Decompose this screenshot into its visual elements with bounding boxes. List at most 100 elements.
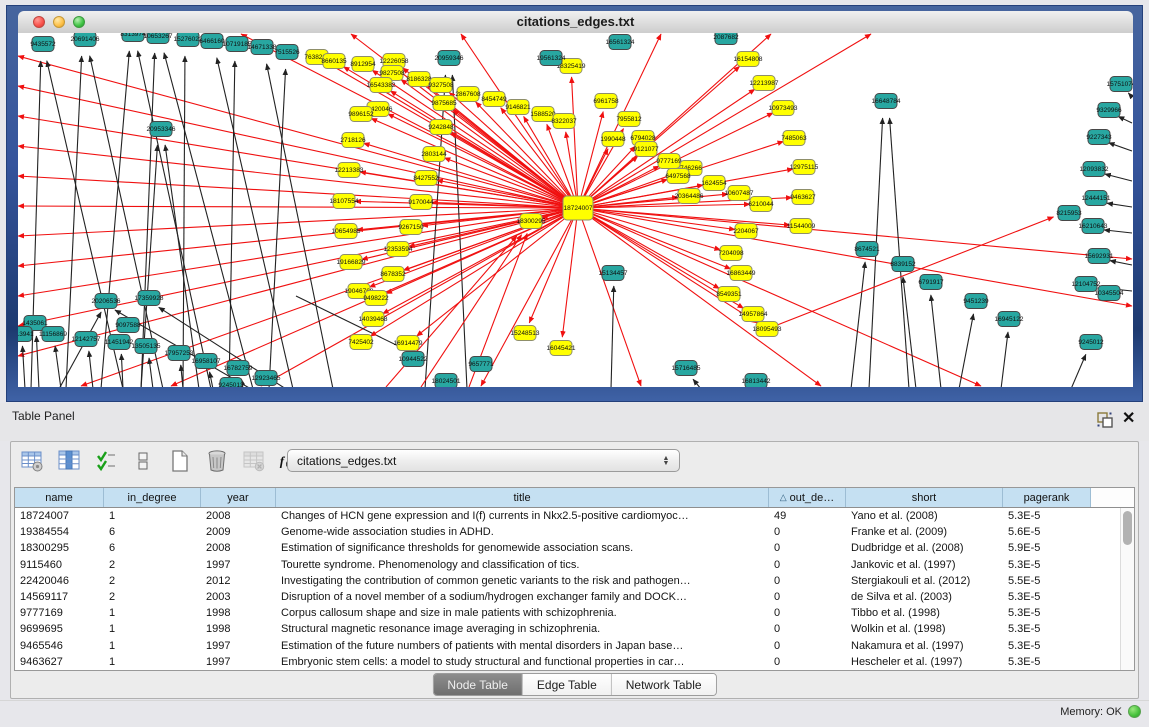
- new-document-icon[interactable]: [167, 448, 193, 474]
- graph-node[interactable]: 8215953: [1056, 206, 1082, 221]
- cell[interactable]: 19384554: [15, 526, 104, 538]
- graph-node[interactable]: 15716485: [672, 361, 701, 376]
- graph-node[interactable]: 12142757: [72, 332, 101, 347]
- graph-node[interactable]: 6466160: [199, 34, 225, 49]
- graph-node[interactable]: 7955812: [616, 112, 642, 127]
- cell[interactable]: 9465546: [15, 640, 104, 652]
- graph-node[interactable]: 8674521: [854, 242, 880, 257]
- graph-node[interactable]: 11544009: [787, 219, 816, 234]
- graph-node[interactable]: 20206536: [92, 294, 121, 309]
- cell[interactable]: 0: [769, 591, 846, 603]
- graph-edge-black[interactable]: [851, 262, 865, 387]
- table-options-icon[interactable]: [19, 448, 45, 474]
- graph-edge-red[interactable]: [18, 176, 578, 208]
- table-row[interactable]: 946362711997Embryonic stem cells: a mode…: [15, 654, 1134, 670]
- cell[interactable]: 9777169: [15, 607, 104, 619]
- network-canvas[interactable]: 1872400776382208660135891295412226058982…: [18, 33, 1133, 387]
- graph-node[interactable]: 2803144: [421, 147, 447, 162]
- cell[interactable]: Hescheler et al. (1997): [846, 656, 1003, 668]
- graph-node[interactable]: 16863449: [727, 266, 756, 281]
- vertical-scrollbar[interactable]: [1120, 508, 1134, 671]
- graph-node[interactable]: 12093832: [1080, 162, 1109, 177]
- cell[interactable]: 1: [104, 640, 201, 652]
- graph-edge-black[interactable]: [1107, 203, 1132, 207]
- minimize-traffic-light-icon[interactable]: [53, 16, 65, 28]
- cell[interactable]: Wolkin et al. (1998): [846, 623, 1003, 635]
- graph-edge-black[interactable]: [36, 336, 39, 387]
- table-row[interactable]: 969969511998Structural magnetic resonanc…: [15, 621, 1134, 637]
- graph-edge-black[interactable]: [1128, 93, 1132, 97]
- graph-node[interactable]: 14957864: [739, 307, 768, 322]
- cell[interactable]: 5.3E-5: [1003, 607, 1091, 619]
- float-panel-icon[interactable]: [1096, 411, 1114, 429]
- cell[interactable]: Estimation of significance thresholds fo…: [276, 542, 769, 554]
- cell[interactable]: 5.3E-5: [1003, 591, 1091, 603]
- cell[interactable]: 18724007: [15, 510, 104, 522]
- graph-node[interactable]: 19561324: [537, 51, 566, 66]
- table-row[interactable]: 1938455462009Genome-wide association stu…: [15, 524, 1134, 540]
- graph-node[interactable]: 6961758: [593, 94, 619, 109]
- graph-node[interactable]: 6791917: [918, 275, 944, 290]
- graph-edge-red[interactable]: [18, 208, 578, 356]
- cell[interactable]: 5.3E-5: [1003, 623, 1091, 635]
- graph-node[interactable]: 9227343: [1086, 130, 1112, 145]
- select-all-icon[interactable]: [93, 448, 119, 474]
- graph-node[interactable]: 16210643: [1079, 219, 1108, 234]
- cell[interactable]: Structural magnetic resonance image aver…: [276, 623, 769, 635]
- row-height-icon[interactable]: [130, 448, 156, 474]
- graph-node[interactable]: 9242848: [428, 120, 454, 135]
- cell[interactable]: Jankovic et al. (1997): [846, 559, 1003, 571]
- graph-node[interactable]: 16561324: [606, 35, 635, 50]
- graph-node[interactable]: 16782759: [224, 361, 253, 376]
- graph-edge-red[interactable]: [578, 208, 641, 386]
- graph-edge-black[interactable]: [1105, 174, 1132, 181]
- cell[interactable]: de Silva et al. (2003): [846, 591, 1003, 603]
- cell[interactable]: 2: [104, 591, 201, 603]
- graph-edge-red[interactable]: [578, 208, 821, 386]
- cell[interactable]: 2009: [201, 526, 276, 538]
- graph-edge-black[interactable]: [959, 314, 973, 387]
- graph-node[interactable]: 20364486: [675, 189, 704, 204]
- graph-node[interactable]: 10653267: [144, 33, 173, 44]
- graph-node[interactable]: 9896152: [348, 107, 374, 122]
- graph-edge-black[interactable]: [183, 56, 185, 387]
- graph-node[interactable]: 8313974: [120, 33, 146, 42]
- graph-node[interactable]: 8454749: [481, 92, 507, 107]
- graph-node[interactable]: 9463627: [790, 190, 816, 205]
- graph-node[interactable]: 12213987: [750, 76, 779, 91]
- graph-node[interactable]: 16958107: [192, 354, 221, 369]
- cell[interactable]: 1: [104, 510, 201, 522]
- cell[interactable]: Tibbo et al. (1998): [846, 607, 1003, 619]
- graph-node[interactable]: 2204067: [733, 224, 759, 239]
- column-header-short[interactable]: short: [846, 488, 1003, 507]
- scrollbar-thumb[interactable]: [1123, 511, 1132, 545]
- graph-node[interactable]: 2718126: [340, 133, 366, 148]
- graph-node[interactable]: 16045421: [547, 341, 576, 356]
- graph-node[interactable]: 10944522: [399, 352, 428, 367]
- graph-node[interactable]: 18300295: [517, 214, 546, 229]
- graph-edge-red[interactable]: [371, 118, 578, 208]
- graph-node[interactable]: 16543382: [367, 78, 396, 93]
- cell[interactable]: 5.6E-5: [1003, 526, 1091, 538]
- graph-node[interactable]: 10973493: [769, 101, 798, 116]
- graph-node[interactable]: 9146821: [505, 100, 531, 115]
- graph-node[interactable]: 6210044: [748, 197, 774, 212]
- cell[interactable]: Franke et al. (2009): [846, 526, 1003, 538]
- cell[interactable]: Stergiakouli et al. (2012): [846, 575, 1003, 587]
- cell[interactable]: 2008: [201, 510, 276, 522]
- cell[interactable]: 0: [769, 559, 846, 571]
- graph-node[interactable]: 20959346: [435, 51, 464, 66]
- graph-edge-red[interactable]: [18, 206, 578, 208]
- graph-node[interactable]: 8322037: [551, 114, 577, 129]
- graph-node[interactable]: 14671338: [248, 40, 277, 55]
- network-window-titlebar[interactable]: citations_edges.txt: [18, 11, 1133, 34]
- graph-node[interactable]: 16154808: [734, 52, 763, 67]
- cell[interactable]: Tourette syndrome. Phenomenology and cla…: [276, 559, 769, 571]
- table-selector-dropdown[interactable]: citations_edges.txt ▲▼: [287, 449, 680, 472]
- cell[interactable]: 1: [104, 607, 201, 619]
- graph-node[interactable]: 8427552: [413, 171, 439, 186]
- graph-node[interactable]: 9329966: [1096, 103, 1122, 118]
- cell[interactable]: Corpus callosum shape and size in male p…: [276, 607, 769, 619]
- graph-node[interactable]: 3913941: [18, 327, 34, 342]
- tab-network-table[interactable]: Network Table: [612, 674, 716, 695]
